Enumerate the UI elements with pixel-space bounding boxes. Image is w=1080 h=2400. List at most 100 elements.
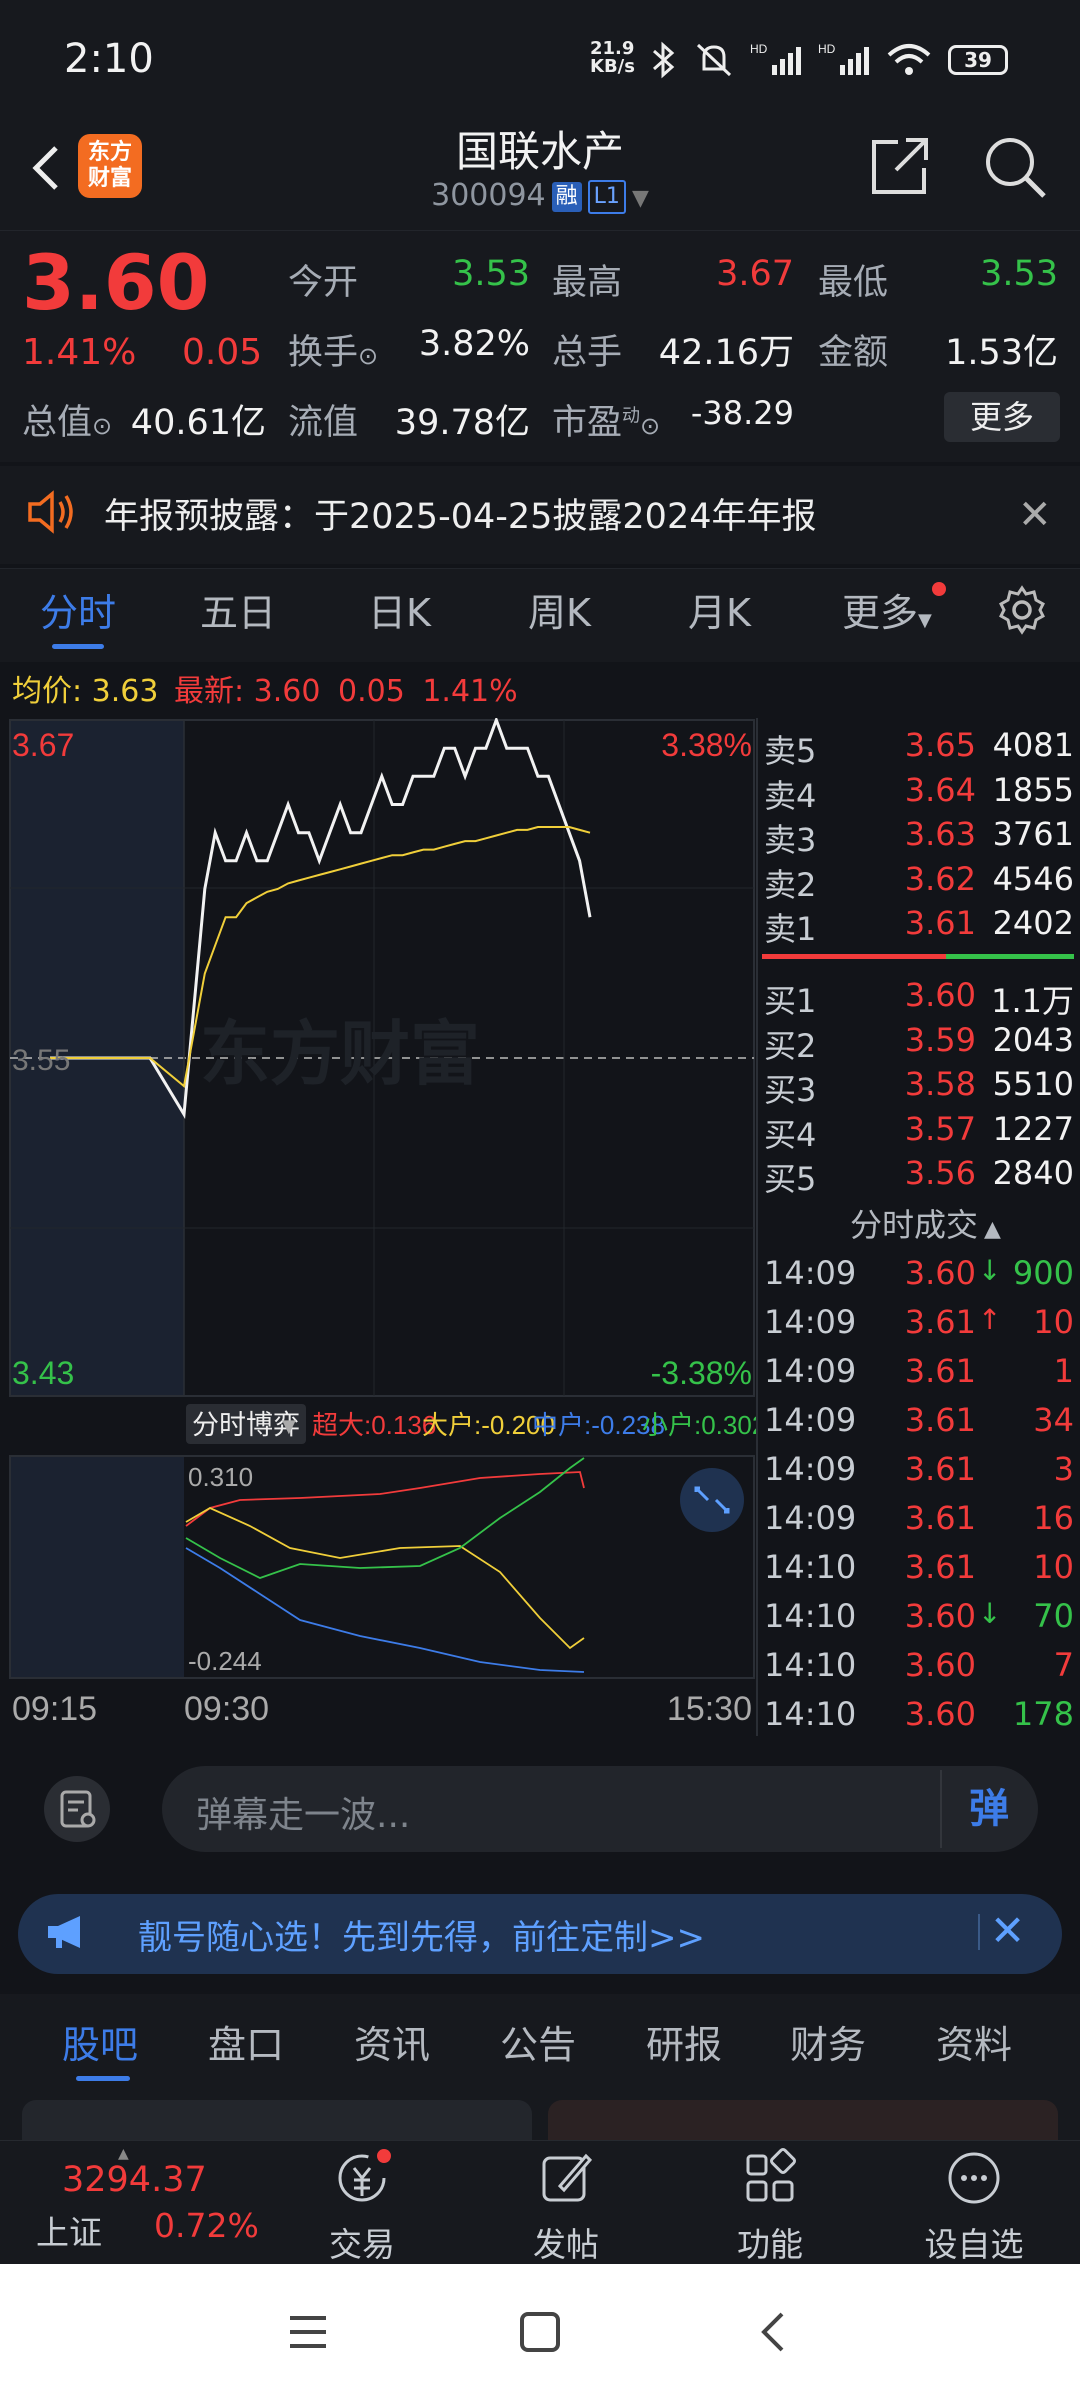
change-amount: 0.05 [182,332,263,373]
nav-functions[interactable]: 功能 [700,2148,840,2266]
ask-price: 3.61 [904,904,976,942]
info-icon: ⊙ [640,412,661,440]
nav-add-watchlist-label: 设自选 [924,2225,1024,2264]
danmu-placeholder: 弹幕走一波... [196,1795,411,1836]
ask-label: 卖5 [764,732,817,770]
trade-price: 3.60 [904,1254,976,1292]
trade-time: 14:09 [764,1254,857,1292]
trade-time: 14:09 [764,1401,857,1439]
bluetooth-icon [653,41,675,79]
trade-price: 3.61 [904,1401,976,1439]
pe-label-text: 市盈 [552,403,623,443]
expand-button[interactable] [680,1468,744,1532]
trade-time: 14:10 [764,1646,857,1684]
ask-price: 3.62 [904,859,976,898]
legend-super: 超大:0.136 [312,1410,436,1440]
turnover-value: 3.82% [418,324,530,364]
stock-code-line[interactable]: 300094 融 L1 ▼ [340,178,740,214]
settings-gear-icon[interactable] [996,584,1048,636]
capital-flow-chart[interactable]: 分时博弈 ▼ 超大:0.136 大户:-0.200 中户:-0.238 小户:0… [0,1398,756,1736]
more-button[interactable]: 更多 [944,392,1060,442]
promo-text: 靓号随心选！先到先得，前往定制>> [138,1918,705,1958]
close-icon[interactable]: ✕ [990,1906,1025,1955]
sell-buy-bar-green [946,954,1074,959]
amount-label: 金额 [818,333,889,373]
tab-weekly-k[interactable]: 周K [528,582,591,637]
tab-indicator [52,644,104,649]
notification-dot [932,582,946,596]
tab-guba[interactable]: 股吧 [62,2014,138,2069]
high-value: 3.67 [716,254,794,294]
avg-value: 3.63 [91,674,159,709]
market-cap-label: 总值⊙ [22,394,112,445]
trade-icon [338,2149,391,2202]
trade-volume: 70 [1033,1597,1074,1635]
ask-label: 卖2 [764,865,817,904]
bid-price: 3.58 [904,1065,976,1103]
trade-time: 14:09 [764,1352,857,1390]
danmu-send-button[interactable]: 弹 [940,1770,1036,1848]
tab-announcements[interactable]: 公告 [500,2014,576,2069]
trade-price: 3.61 [904,1499,976,1537]
bid-volume: 2043 [992,1020,1074,1059]
bid-label: 买2 [764,1026,817,1065]
trade-volume: 10 [1033,1548,1074,1586]
trades-title[interactable]: 分时成交 ▲ [850,1200,1001,1246]
megaphone-icon [48,1916,80,1948]
menu-icon[interactable] [286,2310,330,2354]
bid-volume: 1227 [992,1109,1074,1148]
tab-more[interactable]: 更多▼ [842,582,932,637]
tab-intraday[interactable]: 分时 [40,582,116,637]
nav-trade[interactable]: 交易 [292,2148,432,2266]
open-label: 今开 [288,263,359,303]
info-icon: ⊙ [358,342,379,370]
legend-small: 小户:0.302 [642,1410,756,1440]
tab-monthly-k[interactable]: 月K [688,582,751,637]
info-icon: ⊙ [92,412,113,440]
edit-icon [542,2153,593,2202]
bid-price: 3.60 [904,976,976,1014]
logo-line1: 东方 [87,140,132,165]
last-change: 0.05 [338,674,405,709]
pe-label: 市盈动⊙ [552,394,660,445]
tab-daily-k[interactable]: 日K [368,582,431,637]
ask-volume: 3761 [992,815,1074,853]
tab-news[interactable]: 资讯 [354,2014,430,2069]
trade-time: 14:09 [764,1499,857,1537]
index-value[interactable]: 3294.37 [62,2160,207,2200]
danmu-settings-icon[interactable] [44,1776,110,1842]
more-dots-icon [948,2152,1000,2204]
trade-volume: 3 [1053,1450,1074,1488]
network-speed: 21.9 KB/s [590,40,635,76]
tab-five-day[interactable]: 五日 [200,582,276,637]
intraday-chart[interactable]: 东方财富 3.67 3.55 3.43 3.38% -3.38% [0,718,756,1398]
tab-pankou[interactable]: 盘口 [208,2014,284,2069]
back-nav-icon[interactable] [752,2310,796,2354]
share-icon[interactable] [868,134,932,198]
time-start-label: 09:15 [12,1690,97,1728]
flow-large-line [185,1506,585,1650]
back-icon[interactable] [20,138,80,198]
tab-profile[interactable]: 资料 [936,2014,1012,2069]
ask-volume: 4546 [992,859,1074,898]
trade-price: 3.60 [904,1695,976,1733]
ask-label: 卖4 [764,776,817,815]
battery-icon: 39 [948,45,1008,75]
nav-add-watchlist[interactable]: 设自选 [904,2148,1044,2266]
search-icon[interactable] [982,134,1048,200]
trade-volume: 10 [1033,1303,1074,1341]
home-icon[interactable] [518,2310,562,2354]
time-end-label: 15:30 [667,1690,752,1728]
index-pct[interactable]: 0.72% [154,2206,259,2245]
high-label: 最高 [552,263,623,303]
current-price: 3.60 [22,238,210,327]
nav-post[interactable]: 发帖 [496,2148,636,2266]
tab-research[interactable]: 研报 [646,2014,722,2069]
last-label: 最新: [174,674,245,709]
bid-volume: 2840 [992,1154,1074,1192]
close-icon[interactable]: ✕ [1018,492,1052,538]
app-logo[interactable]: 东方 财富 [78,134,142,198]
tab-finance[interactable]: 财务 [790,2014,866,2069]
turnover-label: 换手⊙ [288,324,378,375]
index-name[interactable]: 上证 [36,2206,102,2254]
